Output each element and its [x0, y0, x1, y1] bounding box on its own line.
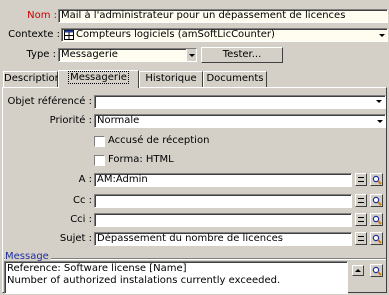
tab-documents[interactable]: Documents [203, 71, 267, 87]
tab-description[interactable]: Description [3, 71, 61, 87]
tab-label: Messagerie [68, 71, 129, 84]
name-label: Nom : [27, 10, 57, 21]
message-line: Number of authorized instalations curren… [7, 275, 281, 286]
to-label: A : [78, 174, 92, 185]
html-format-label: Forma: HTML [108, 154, 174, 165]
to-field[interactable]: AM:Admin [94, 173, 352, 187]
magnifier-icon [372, 234, 382, 244]
subject-label: Sujet : [59, 233, 92, 244]
zoom-button[interactable] [370, 213, 383, 226]
edit-list-button[interactable] [355, 194, 367, 207]
bcc-label: Cci : [70, 214, 92, 225]
chevron-down-icon[interactable] [372, 95, 384, 107]
receipt-label: Accusé de réception [108, 135, 210, 146]
zoom-button[interactable] [370, 232, 383, 245]
edit-list-button[interactable] [355, 232, 367, 245]
scroll-up-icon [355, 269, 361, 272]
cc-field[interactable] [94, 194, 352, 208]
magnifier-icon [372, 266, 382, 276]
priority-select[interactable]: Normale [94, 114, 386, 128]
tab-historique[interactable]: Historique [139, 71, 203, 87]
magnifier-icon [372, 175, 382, 185]
type-label: Type : [26, 49, 56, 60]
message-group-line [4, 258, 386, 260]
ref-object-label: Objet référencé : [7, 96, 92, 107]
type-select[interactable]: Messagerie [58, 48, 197, 62]
zoom-button[interactable] [370, 173, 383, 186]
html-format-checkbox[interactable] [94, 155, 105, 166]
magnifier-icon [372, 215, 382, 225]
zoom-button[interactable] [370, 264, 383, 277]
ref-object-field[interactable] [94, 95, 386, 109]
table-icon [64, 30, 74, 40]
priority-label: Priorité : [49, 115, 92, 126]
edit-list-button[interactable] [355, 173, 367, 186]
magnifier-icon [372, 196, 382, 206]
tab-messagerie[interactable]: Messagerie [58, 70, 139, 88]
receipt-checkbox[interactable] [94, 136, 105, 147]
context-value: Compteurs logiciels (amSoftLicCounter) [76, 29, 275, 40]
message-scrollbar[interactable] [352, 265, 364, 276]
test-button[interactable]: Tester... [201, 47, 283, 63]
subject-field[interactable]: Dépassement du nombre de licences [94, 232, 352, 246]
edit-list-button[interactable] [355, 213, 367, 226]
context-field[interactable]: Compteurs logiciels (amSoftLicCounter) [61, 28, 388, 42]
priority-value: Normale [97, 115, 140, 126]
message-textarea[interactable]: Reference: Software license [Name] Numbe… [4, 261, 348, 294]
context-label: Contexte : [8, 29, 60, 40]
chevron-down-icon[interactable] [186, 49, 196, 61]
name-field[interactable]: Mail à l'administrateur pour un dépassem… [58, 9, 388, 23]
message-line: Reference: Software license [Name] [7, 263, 187, 274]
cc-label: Cc : [72, 195, 92, 206]
type-value: Messagerie [61, 49, 118, 60]
zoom-button[interactable] [370, 194, 383, 207]
bcc-field[interactable] [94, 213, 352, 227]
